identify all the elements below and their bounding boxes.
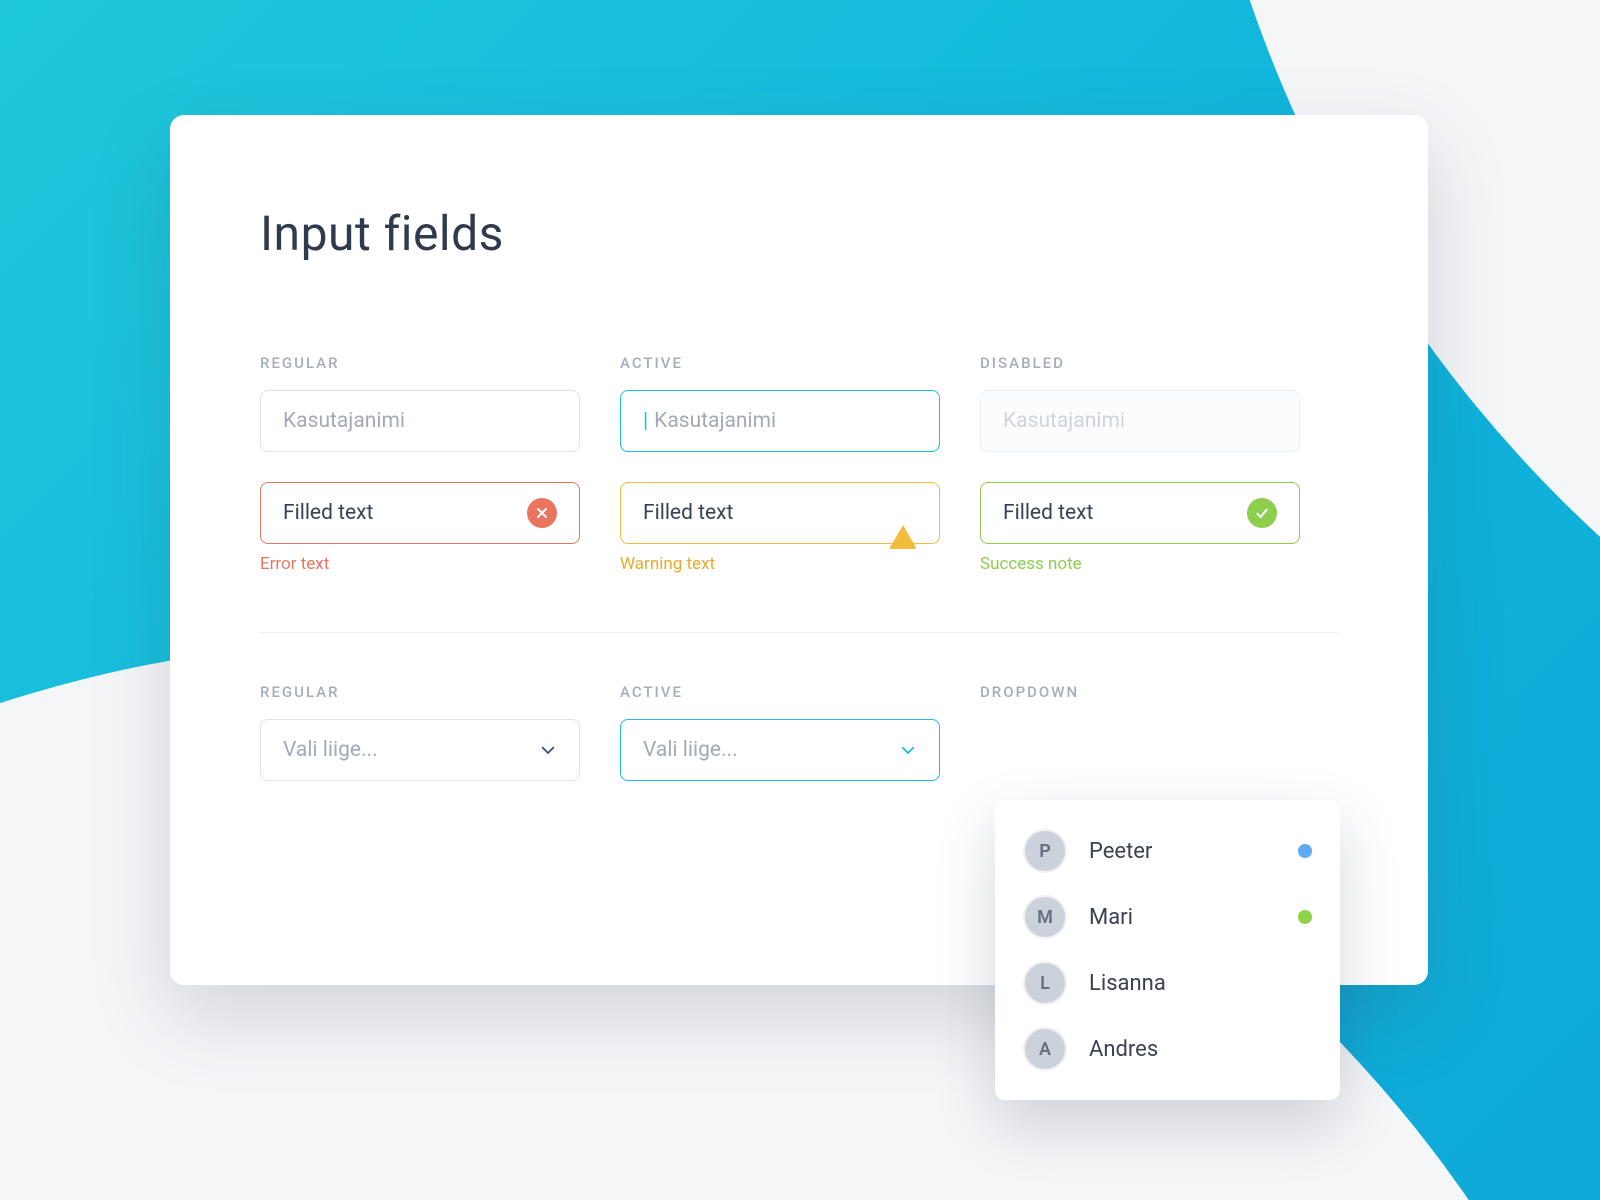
dropdown-item[interactable]: M Mari [1009,884,1326,950]
input-error[interactable]: Filled text [260,482,580,544]
avatar: A [1023,1027,1067,1071]
chevron-down-icon [899,741,917,759]
avatar: P [1023,829,1067,873]
dropdown-item-name: Lisanna [1089,971,1312,996]
input-error-helper: Error text [260,554,580,574]
avatar: L [1023,961,1067,1005]
select-active-placeholder: Vali liige... [643,738,738,762]
select-regular-placeholder: Vali liige... [283,738,378,762]
input-warning-value: Filled text [643,501,733,525]
select-regular[interactable]: Vali liige... [260,719,580,781]
dropdown-item-name: Mari [1089,905,1298,930]
input-regular[interactable]: Kasutajanimi [260,390,580,452]
input-success[interactable]: Filled text [980,482,1300,544]
label-regular: REGULAR [260,354,580,372]
input-active[interactable]: | Kasutajanimi [620,390,940,452]
input-warning[interactable]: Filled text [620,482,940,544]
input-regular-placeholder: Kasutajanimi [283,409,405,433]
error-icon [527,498,557,528]
input-disabled-placeholder: Kasutajanimi [1003,409,1125,433]
dropdown-item[interactable]: L Lisanna [1009,950,1326,1016]
chevron-down-icon [539,741,557,759]
dropdown-item[interactable]: A Andres [1009,1016,1326,1082]
dropdown-panel: P Peeter M Mari L Lisanna A Andres [995,800,1340,1100]
input-cursor-icon: | [643,409,648,433]
dropdown-item-name: Andres [1089,1037,1312,1062]
input-error-value: Filled text [283,501,373,525]
dropdown-item[interactable]: P Peeter [1009,818,1326,884]
select-active[interactable]: Vali liige... [620,719,940,781]
label-active: ACTIVE [620,354,940,372]
warning-icon [889,501,917,525]
label-select-regular: REGULAR [260,683,580,701]
input-success-value: Filled text [1003,501,1093,525]
status-dot [1298,844,1312,858]
input-warning-helper: Warning text [620,554,940,574]
dropdown-item-name: Peeter [1089,839,1298,864]
label-select-active: ACTIVE [620,683,940,701]
input-disabled: Kasutajanimi [980,390,1300,452]
label-dropdown: DROPDOWN [980,683,1300,701]
input-active-placeholder: Kasutajanimi [654,409,776,433]
status-dot [1298,910,1312,924]
section-divider [260,632,1338,633]
input-success-helper: Success note [980,554,1300,574]
avatar: M [1023,895,1067,939]
page-title: Input fields [260,205,1338,262]
label-disabled: DISABLED [980,354,1300,372]
success-icon [1247,498,1277,528]
